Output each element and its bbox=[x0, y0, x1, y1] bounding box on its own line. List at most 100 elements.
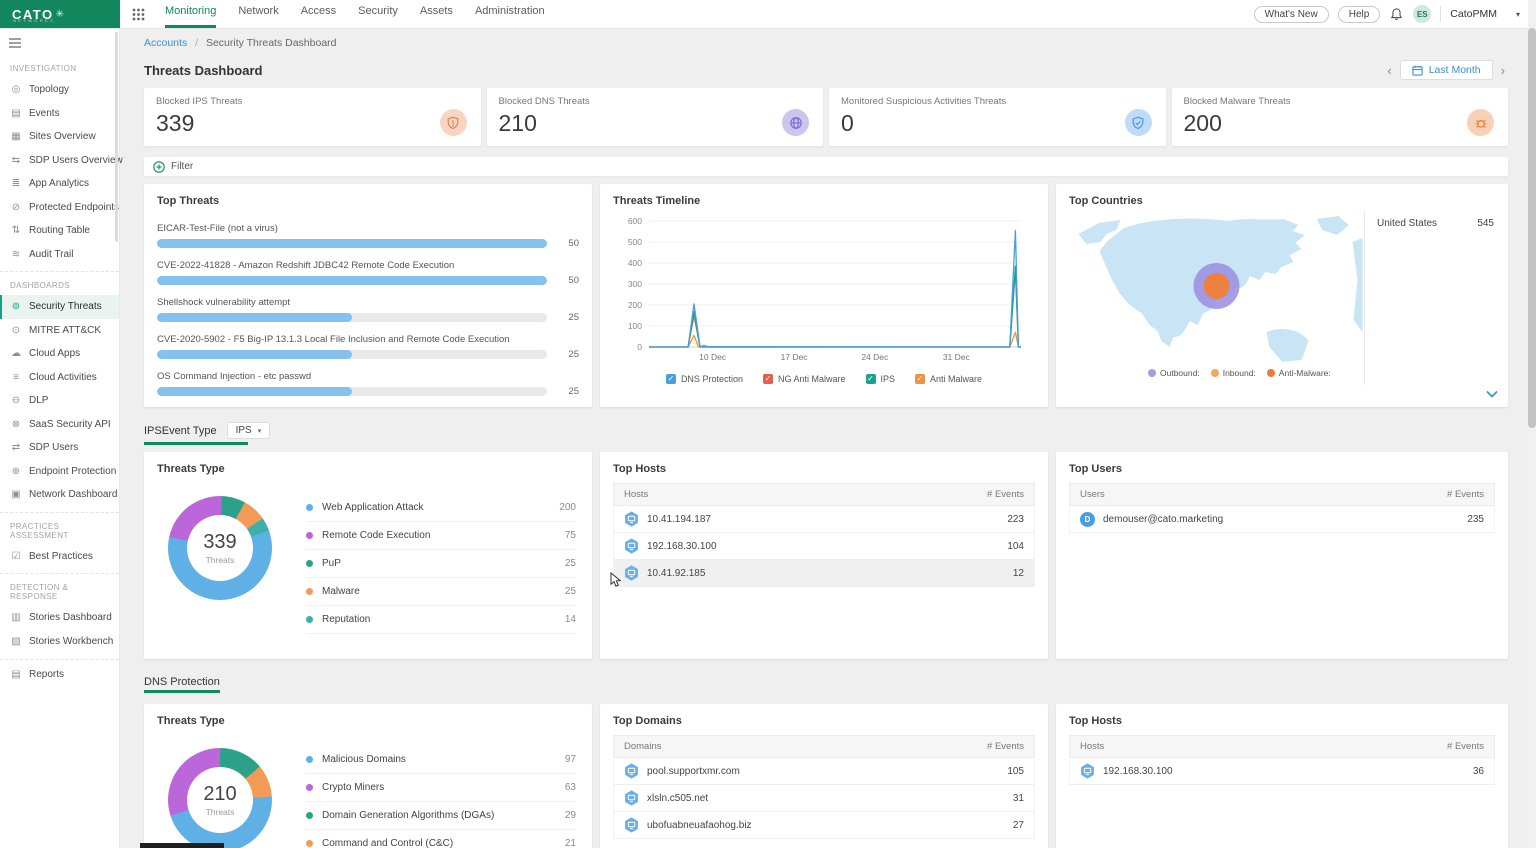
sidebar-item-sites-overview[interactable]: ▦Sites Overview bbox=[0, 125, 119, 149]
cato-logo[interactable]: CATO ✳ NETWORKS bbox=[0, 0, 120, 28]
nav-assets[interactable]: Assets bbox=[420, 0, 453, 28]
table-row-ubofuabneuafaohog-biz[interactable]: ubofuabneuafaohog.biz27 bbox=[613, 812, 1035, 839]
sidebar-item-stories-workbench[interactable]: ▧Stories Workbench bbox=[0, 630, 119, 654]
sidebar-item-label: MITRE ATT&CK bbox=[29, 325, 101, 336]
dns-top-domains-panel: Top Domains Domains# Eventspool.supportx… bbox=[600, 704, 1048, 848]
row-label: 10.41.92.185 bbox=[647, 568, 1013, 579]
sidebar-item-sdp-users-overview[interactable]: ⇆SDP Users Overview bbox=[0, 149, 119, 173]
map-legend-label: Inbound: bbox=[1223, 368, 1256, 378]
sidebar-section-title: DETECTION & RESPONSE bbox=[0, 573, 119, 606]
legend-label: DNS Protection bbox=[681, 374, 743, 384]
sidebar-item-cloud-activities[interactable]: ≡Cloud Activities bbox=[0, 366, 119, 390]
nav-network[interactable]: Network bbox=[238, 0, 278, 28]
table-row-pool-supportxmr-com[interactable]: pool.supportxmr.com105 bbox=[613, 758, 1035, 785]
nav-access[interactable]: Access bbox=[301, 0, 336, 28]
sidebar-collapse-icon[interactable] bbox=[0, 28, 119, 55]
event-type-dropdown[interactable]: IPS ▾ bbox=[227, 422, 271, 439]
threat-bar-track bbox=[157, 350, 547, 359]
world-map[interactable] bbox=[1069, 214, 1364, 364]
stat-value: 210 bbox=[499, 110, 812, 137]
table-row-10-41-194-187[interactable]: 10.41.194.187223 bbox=[613, 506, 1035, 533]
nav-security[interactable]: Security bbox=[358, 0, 398, 28]
table-row-192-168-30-100[interactable]: 192.168.30.100104 bbox=[613, 533, 1035, 560]
row-label: 192.168.30.100 bbox=[647, 541, 1007, 552]
country-name: United States bbox=[1377, 218, 1437, 229]
date-range-label: Last Month bbox=[1429, 64, 1481, 76]
host-icon bbox=[624, 565, 639, 581]
user-avatar: D bbox=[1080, 512, 1095, 527]
sidebar-section-title: INVESTIGATION bbox=[0, 55, 119, 78]
sidebar-item-topology[interactable]: ◎Topology bbox=[0, 78, 119, 102]
sidebar-item-endpoint-protection[interactable]: ⊕Endpoint Protection bbox=[0, 460, 119, 484]
sidebar-item-sdp-users[interactable]: ⇄SDP Users bbox=[0, 436, 119, 460]
map-legend-label: Outbound: bbox=[1160, 368, 1200, 378]
sidebar-item-best-practices[interactable]: ☑Best Practices bbox=[0, 545, 119, 569]
threat-bar-line: 25 bbox=[157, 349, 579, 360]
notifications-bell-icon[interactable] bbox=[1389, 7, 1404, 22]
sidebar-item-reports[interactable]: ▤Reports bbox=[0, 663, 119, 687]
legend-checkbox-ips[interactable]: ✓ bbox=[866, 374, 876, 384]
column-header: # Events bbox=[987, 741, 1024, 752]
donut-legend: Web Application Attack200Remote Code Exe… bbox=[306, 494, 576, 634]
legend-dot bbox=[306, 504, 313, 511]
threat-bar-fill bbox=[157, 239, 547, 248]
sidebar-item-routing-table[interactable]: ⇅Routing Table bbox=[0, 219, 119, 243]
sidebar-item-stories-dashboard[interactable]: ▥Stories Dashboard bbox=[0, 606, 119, 630]
legend-checkbox-dns-protection[interactable]: ✓ bbox=[666, 374, 676, 384]
sidebar-item-label: SDP Users Overview bbox=[29, 155, 123, 166]
country-row-united-states[interactable]: United States545 bbox=[1377, 218, 1494, 229]
filter-bar[interactable]: Filter bbox=[144, 157, 1508, 176]
account-name[interactable]: CatoPMM bbox=[1450, 8, 1497, 20]
threats-timeline-chart: 010020030040050060010 Dec17 Dec24 Dec31 … bbox=[613, 207, 1035, 370]
row-value: 12 bbox=[1013, 568, 1024, 579]
stat-value: 339 bbox=[156, 110, 469, 137]
help-button[interactable]: Help bbox=[1338, 6, 1381, 23]
date-next-button[interactable]: › bbox=[1498, 63, 1508, 78]
date-range-picker[interactable]: Last Month bbox=[1400, 60, 1493, 80]
page-scrollbar-track[interactable] bbox=[1528, 0, 1536, 848]
page-scrollbar-thumb[interactable] bbox=[1528, 28, 1536, 428]
table-header: Users# Events bbox=[1069, 483, 1495, 506]
sidebar-item-events[interactable]: ▤Events bbox=[0, 102, 119, 126]
sidebar-item-saas-security-api[interactable]: ⊗SaaS Security API bbox=[0, 413, 119, 437]
sidebar-item-protected-endpoints[interactable]: ⊘Protected Endpoints bbox=[0, 196, 119, 220]
sidebar-item-label: DLP bbox=[29, 395, 48, 406]
sidebar-item-network-dashboard[interactable]: ▣Network Dashboard bbox=[0, 483, 119, 507]
cloud-apps-icon: ☁ bbox=[10, 348, 22, 359]
filter-label: Filter bbox=[171, 161, 193, 172]
table-row-demouser-cato-marketing[interactable]: Ddemouser@cato.marketing235 bbox=[1069, 506, 1495, 533]
column-header: # Events bbox=[1447, 489, 1484, 500]
date-prev-button[interactable]: ‹ bbox=[1384, 63, 1394, 78]
svg-text:200: 200 bbox=[628, 300, 642, 310]
sidebar-scrollbar[interactable] bbox=[115, 32, 118, 242]
legend-value: 63 bbox=[565, 782, 576, 793]
legend-label: Web Application Attack bbox=[322, 502, 550, 513]
expand-chevron-icon[interactable] bbox=[1486, 385, 1498, 403]
sidebar-item-mitre-att-ck[interactable]: ⊙MITRE ATT&CK bbox=[0, 319, 119, 343]
nav-administration[interactable]: Administration bbox=[475, 0, 545, 28]
legend-checkbox-anti-malware[interactable]: ✓ bbox=[915, 374, 925, 384]
sidebar-item-audit-trail[interactable]: ≋Audit Trail bbox=[0, 243, 119, 267]
map-legend: Outbound:Inbound:Anti-Malware: bbox=[1148, 368, 1331, 378]
sidebar-item-dlp[interactable]: ⊖DLP bbox=[0, 389, 119, 413]
threat-bar-track bbox=[157, 313, 547, 322]
app-grid-icon[interactable] bbox=[130, 6, 146, 22]
account-dropdown-caret[interactable]: ▾ bbox=[1516, 10, 1520, 19]
legend-dot bbox=[306, 840, 313, 847]
breadcrumb-accounts-link[interactable]: Accounts bbox=[144, 37, 187, 49]
user-avatar[interactable]: ES bbox=[1413, 5, 1431, 23]
legend-dot bbox=[306, 812, 313, 819]
row-value: 27 bbox=[1013, 820, 1024, 831]
sidebar-item-app-analytics[interactable]: ≣App Analytics bbox=[0, 172, 119, 196]
legend-checkbox-ng-anti-malware[interactable]: ✓ bbox=[763, 374, 773, 384]
row-value: 31 bbox=[1013, 793, 1024, 804]
table-row-xlsln-c505-net[interactable]: xlsln.c505.net31 bbox=[613, 785, 1035, 812]
threat-bar-cve-2020-5902-f5-big-ip-13-1-3-local-file-inclusion-and-remote-code-execution: CVE-2020-5902 - F5 Big-IP 13.1.3 Local F… bbox=[157, 334, 579, 360]
table-row-192-168-30-100[interactable]: 192.168.30.10036 bbox=[1069, 758, 1495, 785]
nav-monitoring[interactable]: Monitoring bbox=[165, 0, 216, 28]
table-header: Domains# Events bbox=[613, 735, 1035, 758]
sidebar-item-cloud-apps[interactable]: ☁Cloud Apps bbox=[0, 342, 119, 366]
whats-new-button[interactable]: What's New bbox=[1254, 6, 1329, 23]
sidebar-item-security-threats[interactable]: ⊚Security Threats bbox=[0, 295, 119, 319]
table-row-10-41-92-185[interactable]: 10.41.92.18512 bbox=[613, 560, 1035, 587]
